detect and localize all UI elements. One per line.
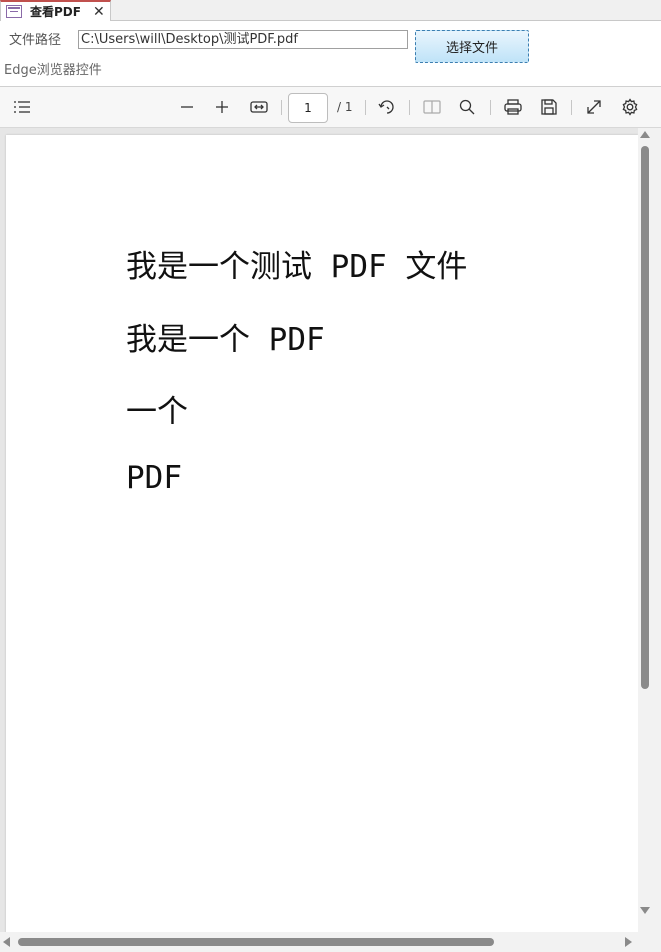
- page-total: / 1: [337, 100, 353, 114]
- pdf-text-line: PDF: [126, 460, 182, 496]
- form-icon: [6, 5, 22, 18]
- zoom-in-icon[interactable]: [210, 96, 234, 118]
- pdf-page: 我是一个测试 PDF 文件 我是一个 PDF 一个 PDF: [6, 135, 638, 935]
- toolbar-separator: [571, 100, 572, 115]
- pdf-text-line: 我是一个 PDF: [126, 322, 325, 358]
- search-icon[interactable]: [455, 96, 479, 118]
- toolbar-separator: [409, 100, 410, 115]
- pdf-toolbar: 1 / 1: [0, 87, 661, 128]
- rotate-icon[interactable]: [375, 96, 399, 118]
- horizontal-scroll-thumb[interactable]: [18, 938, 494, 946]
- contents-icon[interactable]: [10, 96, 34, 118]
- print-icon[interactable]: [501, 96, 525, 118]
- scroll-up-arrow-icon[interactable]: [640, 131, 650, 138]
- file-path-label: 文件路径: [9, 33, 62, 48]
- edge-browser-control-label: Edge浏览器控件: [4, 63, 102, 78]
- settings-icon[interactable]: [618, 96, 642, 118]
- page-number-input[interactable]: 1: [288, 93, 328, 123]
- vertical-scroll-thumb[interactable]: [641, 146, 649, 689]
- fit-width-icon[interactable]: [247, 96, 271, 118]
- tab-view-pdf[interactable]: 查看PDF ✕: [0, 0, 111, 21]
- scroll-left-arrow-icon[interactable]: [3, 937, 10, 947]
- fullscreen-icon[interactable]: [582, 96, 606, 118]
- toolbar-separator: [490, 100, 491, 115]
- toolbar-separator: [281, 100, 282, 115]
- save-icon[interactable]: [537, 96, 561, 118]
- file-path-form: 文件路径 C:\Users\will\Desktop\测试PDF.pdf 选择文…: [0, 22, 661, 86]
- horizontal-scrollbar[interactable]: [0, 932, 661, 952]
- vertical-scrollbar[interactable]: [638, 128, 661, 935]
- page-view-icon[interactable]: [420, 96, 444, 118]
- scroll-down-arrow-icon[interactable]: [640, 907, 650, 914]
- file-path-input[interactable]: C:\Users\will\Desktop\测试PDF.pdf: [78, 30, 408, 49]
- zoom-out-icon[interactable]: [175, 96, 199, 118]
- scroll-right-arrow-icon[interactable]: [625, 937, 632, 947]
- toolbar-separator: [365, 100, 366, 115]
- pdf-text-line: 一个: [126, 394, 188, 430]
- pdf-viewer: 1 / 1 我是一个测试 PDF 文件 我是一个 PDF 一个 PDF: [0, 86, 661, 952]
- close-icon[interactable]: ✕: [93, 4, 105, 20]
- choose-file-button[interactable]: 选择文件: [415, 30, 529, 63]
- pdf-text-line: 我是一个测试 PDF 文件: [126, 249, 468, 285]
- document-tab-bar: 查看PDF ✕: [0, 0, 661, 21]
- document-area[interactable]: 我是一个测试 PDF 文件 我是一个 PDF 一个 PDF: [0, 128, 638, 935]
- tab-title: 查看PDF: [30, 5, 81, 19]
